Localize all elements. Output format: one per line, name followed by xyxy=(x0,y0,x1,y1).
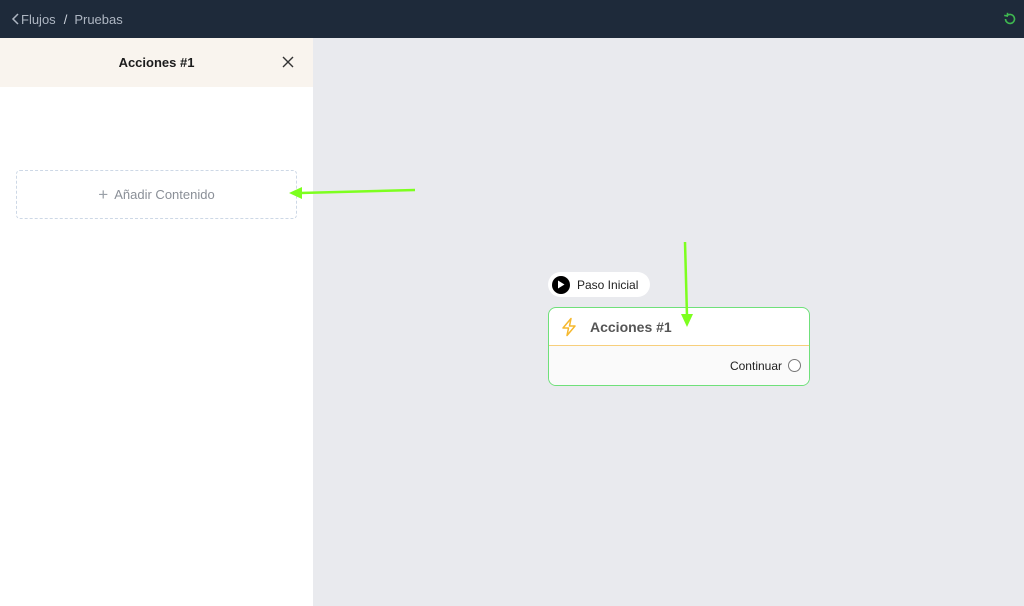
actions-node[interactable]: Acciones #1 Continuar xyxy=(548,307,810,386)
breadcrumb-separator: / xyxy=(63,11,68,27)
chevron-left-icon xyxy=(11,13,19,25)
close-icon[interactable] xyxy=(281,55,295,69)
sidebar-header: Acciones #1 xyxy=(0,38,313,87)
start-step-pill[interactable]: Paso Inicial xyxy=(548,272,651,297)
connector-port-icon[interactable] xyxy=(788,359,801,372)
play-icon xyxy=(552,275,570,294)
breadcrumb-back-link[interactable]: Flujos xyxy=(11,12,56,27)
actions-node-title: Acciones #1 xyxy=(590,318,672,335)
plus-icon: + xyxy=(98,185,109,204)
breadcrumb-parent[interactable]: Flujos xyxy=(21,12,56,27)
top-bar: Flujos / Pruebas xyxy=(0,0,1024,38)
add-content-label: Añadir Contenido xyxy=(114,187,215,202)
start-step-label: Paso Inicial xyxy=(577,277,639,292)
output-label: Continuar xyxy=(729,358,782,373)
actions-node-body: Continuar xyxy=(549,346,809,385)
sidebar-title: Acciones #1 xyxy=(118,55,195,70)
add-content-button[interactable]: + Añadir Contenido xyxy=(16,170,297,219)
actions-node-header: Acciones #1 xyxy=(549,308,809,346)
refresh-icon[interactable] xyxy=(1002,11,1018,27)
breadcrumb: Flujos / Pruebas xyxy=(11,12,123,27)
breadcrumb-current: Pruebas xyxy=(74,11,123,27)
lightning-icon xyxy=(562,317,576,336)
properties-sidebar: Acciones #1 + Añadir Contenido xyxy=(0,38,313,606)
